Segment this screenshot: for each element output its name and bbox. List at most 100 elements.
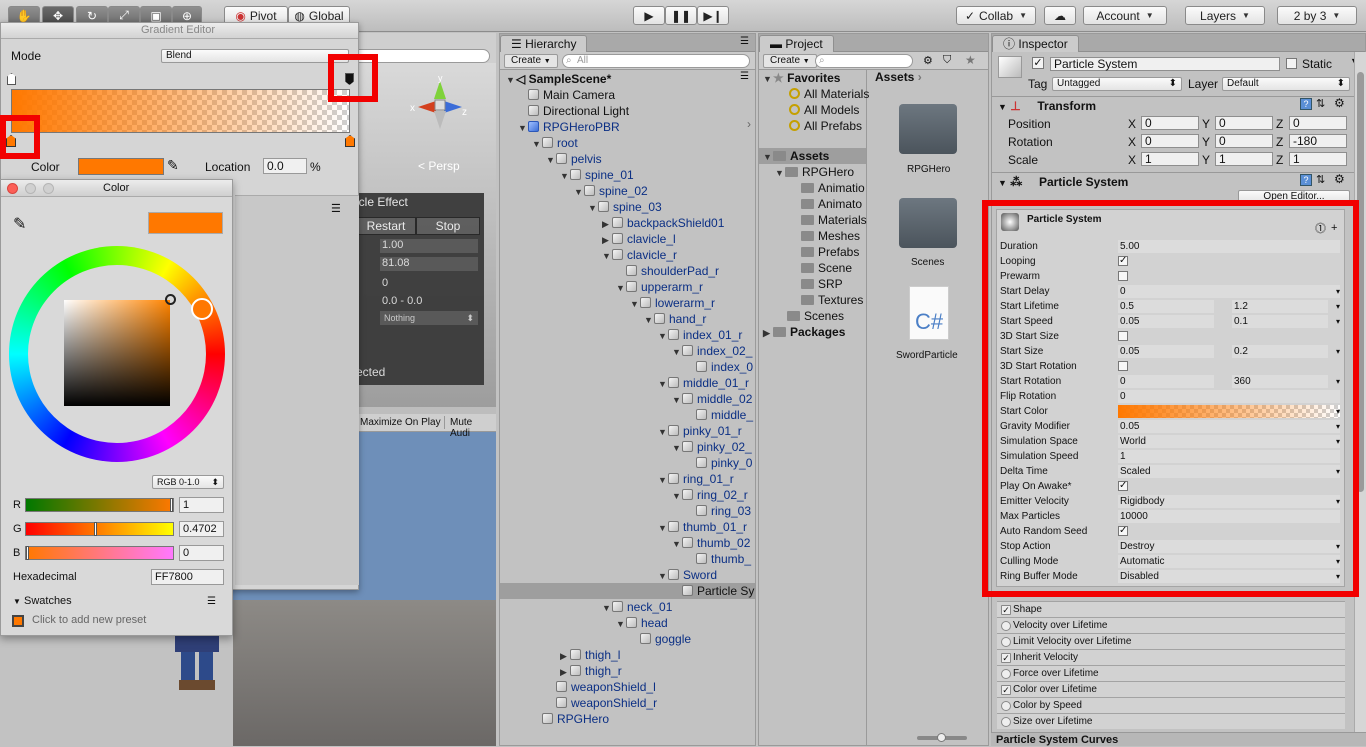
hierarchy-row[interactable]: shoulderPad_r: [616, 263, 719, 279]
pause-button[interactable]: ❚❚: [665, 6, 697, 25]
scale-field[interactable]: 1: [1289, 152, 1347, 166]
assets-row[interactable]: ▼ Assets: [763, 148, 829, 164]
playback-time-field[interactable]: 81.08: [380, 257, 478, 271]
hierarchy-row[interactable]: thumb_: [686, 551, 751, 567]
particle-system-curves-bar[interactable]: Particle System Curves: [991, 732, 1366, 746]
scale-field[interactable]: 1: [1141, 152, 1199, 166]
layer-dropdown[interactable]: Default ⬍: [1222, 77, 1350, 91]
hierarchy-row[interactable]: ▼ middle_01_r: [658, 375, 749, 391]
tag-dropdown[interactable]: Untagged ⬍: [1052, 77, 1182, 91]
add-preset-hint[interactable]: Click to add new preset: [32, 614, 146, 626]
chevron-down-icon[interactable]: ▼: [658, 472, 668, 488]
cloud-button[interactable]: ☁: [1044, 6, 1076, 25]
chevron-down-icon[interactable]: ▼: [672, 488, 682, 504]
hierarchy-row[interactable]: goggle: [630, 631, 691, 647]
project-subfolder-row[interactable]: Animato: [801, 196, 862, 212]
r-slider-handle[interactable]: [170, 498, 173, 512]
swatches-foldout[interactable]: ▼ Swatches: [13, 595, 72, 607]
hierarchy-row[interactable]: ▼ lowerarm_r: [630, 295, 715, 311]
chevron-down-icon[interactable]: ▼: [616, 280, 626, 296]
tab-inspector[interactable]: ⓘ Inspector: [992, 35, 1079, 52]
hierarchy-row[interactable]: ▼ ring_02_r: [672, 487, 748, 503]
scale-field[interactable]: 1: [1215, 152, 1273, 166]
chevron-down-icon[interactable]: ▼: [588, 200, 598, 216]
rotation-field[interactable]: 0: [1141, 134, 1199, 148]
tab-hierarchy[interactable]: ☰ Hierarchy: [500, 35, 588, 52]
chevron-down-icon[interactable]: ▼: [658, 328, 668, 344]
chevron-down-icon[interactable]: ▼: [574, 184, 584, 200]
module-disabled-toggle[interactable]: [1001, 669, 1011, 679]
saturation-value-square[interactable]: [64, 300, 170, 406]
scenes-folder-row[interactable]: Scenes: [787, 308, 844, 324]
project-subfolder-row[interactable]: Animatio: [801, 180, 865, 196]
chevron-down-icon[interactable]: ▼: [658, 520, 668, 536]
module-disabled-toggle[interactable]: [1001, 637, 1011, 647]
color-picker-titlebar[interactable]: Color: [1, 180, 232, 197]
g-slider[interactable]: [25, 522, 174, 536]
r-slider[interactable]: [25, 498, 174, 512]
ps-module-row[interactable]: Force over Lifetime: [997, 665, 1345, 681]
eyedropper-icon[interactable]: ✎: [13, 214, 26, 234]
zoom-icon[interactable]: [43, 183, 54, 194]
gradient-editor-titlebar[interactable]: Gradient Editor: [1, 23, 358, 39]
color-mode-dropdown[interactable]: RGB 0-1.0 ⬍: [152, 475, 224, 489]
hierarchy-row[interactable]: ▼ spine_02: [574, 183, 648, 199]
project-subfolder-row[interactable]: Meshes: [801, 228, 860, 244]
hierarchy-row[interactable]: ▼ spine_03: [588, 199, 662, 215]
hierarchy-row[interactable]: ▼ pelvis: [546, 151, 602, 167]
module-enabled-checkbox[interactable]: ✓: [1001, 605, 1011, 615]
position-field[interactable]: 0: [1215, 116, 1273, 130]
hierarchy-search-input[interactable]: ⌕ All: [562, 54, 750, 68]
hierarchy-row[interactable]: RPGHero: [532, 711, 609, 727]
chevron-down-icon[interactable]: ▼: [672, 440, 682, 456]
grid-item-rpghero[interactable]: RPGHero: [907, 164, 950, 175]
chevron-down-icon[interactable]: ▼: [644, 312, 654, 328]
chevron-down-icon[interactable]: ▼: [602, 248, 612, 264]
chevron-right-icon[interactable]: ▶: [560, 664, 570, 680]
r-value-field[interactable]: 1: [179, 497, 224, 513]
chevron-down-icon[interactable]: ▼: [602, 600, 612, 616]
ps-module-row[interactable]: Color by Speed: [997, 697, 1345, 713]
hierarchy-row[interactable]: ▼ pinky_02_: [672, 439, 752, 455]
hierarchy-row[interactable]: Particle Sy: [672, 583, 754, 599]
mute-audio-toggle[interactable]: Mute Audi: [447, 416, 496, 440]
hierarchy-row[interactable]: middle_: [686, 407, 753, 423]
icon-size-slider-handle[interactable]: [937, 733, 946, 742]
panel-menu-icon[interactable]: ☰: [740, 36, 749, 47]
hierarchy-row[interactable]: ▼ index_01_r: [658, 327, 742, 343]
project-subfolder-row[interactable]: Materials: [801, 212, 867, 228]
hierarchy-row[interactable]: index_0: [686, 359, 753, 375]
stop-button[interactable]: Stop: [416, 217, 480, 235]
chevron-down-icon[interactable]: ▼: [658, 376, 668, 392]
hierarchy-row[interactable]: ▼ index_02_: [672, 343, 752, 359]
hierarchy-row[interactable]: ring_03: [686, 503, 751, 519]
ps-module-row[interactable]: ✓ Color over Lifetime: [997, 681, 1345, 697]
collab-dropdown[interactable]: ✓ Collab ▼: [956, 6, 1036, 25]
mode-dropdown[interactable]: Blend: [161, 49, 349, 63]
preset-icon[interactable]: ⇅: [1316, 97, 1325, 110]
rotation-field[interactable]: 0: [1215, 134, 1273, 148]
position-field[interactable]: 0: [1141, 116, 1199, 130]
module-enabled-checkbox[interactable]: ✓: [1001, 685, 1011, 695]
favorite-star-icon[interactable]: ★: [965, 53, 976, 67]
gear-icon[interactable]: ⚙: [1334, 172, 1345, 186]
grid-item-swordparticle[interactable]: SwordParticle: [896, 350, 958, 361]
tab-project[interactable]: ▬ Project: [759, 35, 834, 52]
help-icon[interactable]: ?: [1300, 98, 1312, 110]
csharp-script-icon[interactable]: C#: [909, 286, 949, 340]
ps-module-row[interactable]: Size over Lifetime: [997, 713, 1345, 729]
layers-dropdown[interactable]: Layers ▼: [1185, 6, 1265, 25]
scene-menu-icon[interactable]: ☰: [740, 71, 749, 82]
hierarchy-row[interactable]: ▼ Sword: [658, 567, 717, 583]
chevron-down-icon[interactable]: ▼: [546, 152, 556, 168]
chevron-down-icon[interactable]: ▼: [658, 568, 668, 584]
eyedropper-icon[interactable]: ✎: [167, 157, 179, 174]
preset-icon[interactable]: ⇅: [1316, 173, 1325, 186]
hierarchy-row[interactable]: Directional Light: [518, 103, 629, 119]
hierarchy-row[interactable]: ▼ RPGHeroPBR: [518, 119, 620, 135]
hierarchy-row[interactable]: ▼ upperarm_r: [616, 279, 703, 295]
account-dropdown[interactable]: Account ▼: [1083, 6, 1167, 25]
hierarchy-row[interactable]: weaponShield_r: [546, 695, 657, 711]
minimize-icon[interactable]: [25, 183, 36, 194]
hierarchy-row[interactable]: ▶ thigh_l: [560, 647, 620, 663]
